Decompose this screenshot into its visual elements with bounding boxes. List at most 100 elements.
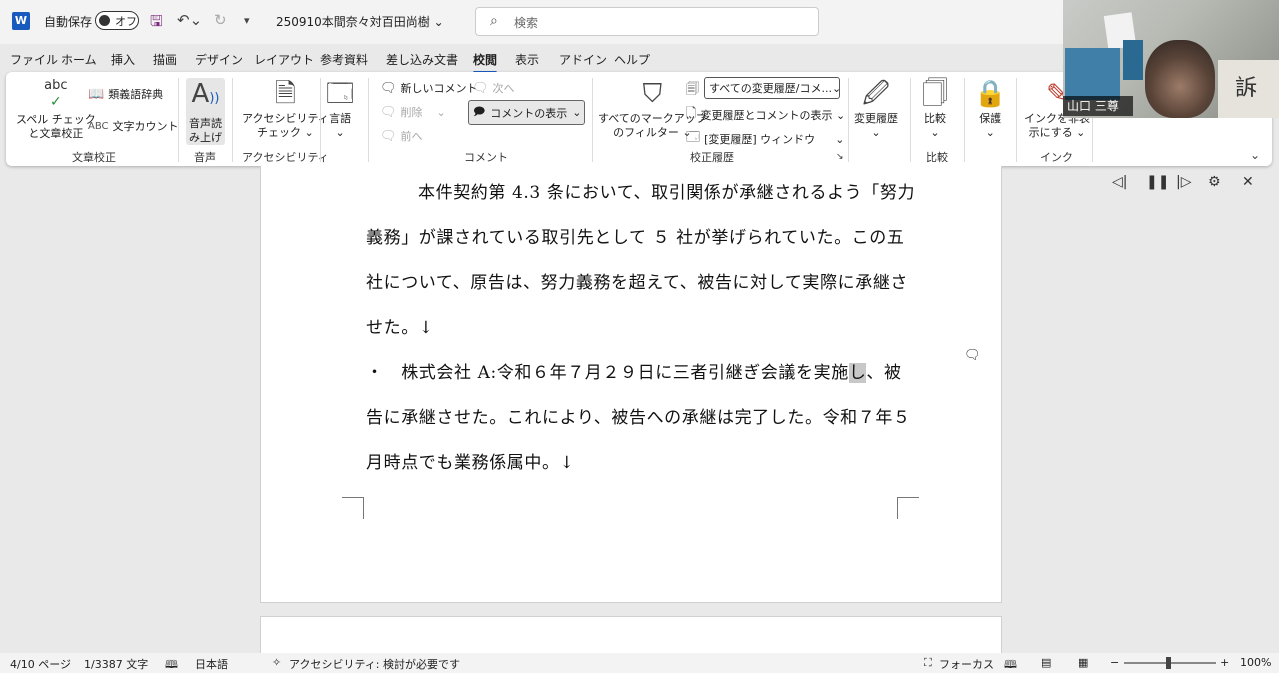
read-mode-icon[interactable]: 🕮	[1004, 656, 1017, 673]
comment-indicator-icon[interactable]: 🗨	[964, 348, 981, 363]
tab-view[interactable]: 表示	[515, 51, 539, 68]
document-title[interactable]: 250910本間奈々対百田尚樹 ⌄	[276, 13, 444, 30]
show-markup-button[interactable]: 🗋 変更履歴とコメントの表示 ⌄	[686, 104, 845, 126]
next-track-icon[interactable]: |▷	[1176, 174, 1191, 190]
group-label-compare: 比較	[926, 151, 948, 164]
reviewing-pane-icon: 🗔	[686, 130, 701, 145]
spelling-grammar-button[interactable]: abc ✓ スペル チェック と文章校正	[16, 78, 96, 141]
tab-layout[interactable]: レイアウト	[254, 51, 314, 68]
reviewing-pane-button[interactable]: 🗔 [変更履歴] ウィンドウ ⌄	[686, 128, 844, 150]
language-status[interactable]: 日本語	[195, 656, 228, 672]
zoom-level[interactable]: 100%	[1240, 656, 1271, 669]
group-label-tracking: 校正履歴	[690, 151, 734, 164]
tab-review[interactable]: 校閲	[473, 51, 498, 74]
word-count-button[interactable]: ABC 文字カウント	[88, 118, 179, 134]
webcam-board-text: 訴	[1235, 76, 1258, 101]
word-app-icon: W	[12, 12, 30, 30]
show-comments-button[interactable]: 🗩 コメントの表示 ⌄	[468, 100, 585, 125]
paragraph-line: せた。↓	[366, 318, 434, 338]
webcam-participant-name: 山口 三尊	[1063, 96, 1133, 116]
tab-file[interactable]: ファイル	[10, 51, 58, 68]
separator	[320, 78, 321, 162]
autosave-toggle[interactable]: オフ	[95, 11, 139, 30]
protect-button[interactable]: 🔒 保護 ⌄	[974, 78, 1006, 140]
delete-comment-button[interactable]: 🗨 削除 ⌄	[380, 104, 446, 120]
page-count[interactable]: 4/10 ページ	[10, 656, 71, 672]
search-placeholder: 検索	[514, 16, 539, 30]
group-label-ink: インク	[1040, 151, 1073, 164]
webcam-poster	[1065, 48, 1120, 100]
print-layout-icon[interactable]: ▤	[1041, 656, 1051, 669]
zoom-in-button[interactable]: +	[1220, 656, 1229, 669]
tab-help[interactable]: ヘルプ	[614, 51, 650, 68]
next-comment-button[interactable]: 🗨 次へ	[472, 80, 515, 96]
word-count[interactable]: 1/3387 文字	[84, 656, 148, 672]
tab-insert[interactable]: 挿入	[111, 51, 135, 68]
tab-mailings[interactable]: 差し込み文書	[386, 51, 458, 68]
thesaurus-button[interactable]: 📖 類義語辞典	[88, 86, 163, 102]
lock-document-icon: 🔒	[974, 79, 1007, 109]
language-button[interactable]: 🗔 言語 ⌄	[326, 78, 354, 140]
read-aloud-button[interactable]: A)) 音声読 み上げ	[186, 78, 225, 145]
group-label-proofing: 文章校正	[72, 151, 116, 164]
save-icon[interactable]: 🖫	[150, 11, 163, 36]
accessibility-status-icon[interactable]: ✧	[272, 656, 281, 669]
read-aloud-icon: A))	[191, 79, 220, 109]
separator	[1016, 78, 1017, 162]
compare-icon: 🗍	[922, 79, 948, 109]
focus-mode-icon[interactable]: ⛶	[924, 656, 932, 670]
dialog-launcher-icon[interactable]: ↘	[836, 152, 844, 162]
tab-addins[interactable]: アドイン	[559, 51, 607, 68]
paragraph-line: ・ 株式会社 A:令和６年７月２９日に三者引継ぎ会議を実施し、被	[366, 363, 902, 383]
media-controls: ◁| ❚❚ |▷ ⚙ ✕	[1100, 170, 1272, 196]
separator	[910, 78, 911, 162]
new-comment-button[interactable]: 🗨 新しいコメント	[380, 80, 478, 96]
delete-comment-icon: 🗨	[380, 104, 397, 120]
search-box[interactable]: ⌕ 検索	[475, 7, 819, 36]
tab-home[interactable]: ホーム	[61, 51, 97, 68]
group-label-accessibility: アクセシビリティ	[242, 151, 329, 164]
proofing-status-icon[interactable]: 🕮	[165, 656, 178, 673]
customize-toolbar-icon[interactable]: ▾	[244, 14, 250, 27]
autosave-label: 自動保存	[44, 15, 93, 29]
chevron-down-icon: ⌄	[436, 105, 446, 119]
close-icon[interactable]: ✕	[1242, 174, 1254, 190]
webcam-person	[1145, 40, 1215, 118]
zoom-slider-thumb[interactable]	[1166, 657, 1171, 669]
separator	[178, 78, 179, 162]
undo-icon[interactable]: ↶⌄	[177, 11, 202, 29]
separator	[232, 78, 233, 162]
separator	[592, 78, 593, 162]
pause-icon[interactable]: ❚❚	[1146, 174, 1169, 190]
track-changes-button[interactable]: 🖉 変更履歴 ⌄	[854, 78, 898, 140]
toggle-knob	[99, 15, 110, 26]
markup-display-select[interactable]: すべての変更履歴/コメ... ⌄	[704, 77, 841, 99]
ribbon-collapse-chevron-icon[interactable]: ⌄	[1250, 148, 1260, 162]
track-changes-icon: 🖉	[862, 79, 890, 109]
web-layout-icon[interactable]: ▦	[1078, 656, 1088, 669]
page-margin-corner	[342, 497, 364, 519]
accessibility-check-button[interactable]: 🗎 アクセシビリティ チェック ⌄	[242, 78, 329, 140]
selected-text: し	[848, 363, 867, 383]
markup-display-icon-wrap: 🗐	[686, 80, 699, 102]
redo-icon[interactable]: ↻	[214, 11, 227, 29]
previous-comment-button[interactable]: 🗨 前へ	[380, 128, 423, 144]
separator	[964, 78, 965, 162]
voice-settings-icon[interactable]: ⚙	[1208, 174, 1221, 190]
tab-references[interactable]: 参考資料	[320, 51, 368, 68]
zoom-out-button[interactable]: −	[1110, 656, 1119, 669]
focus-mode[interactable]: フォーカス	[939, 656, 994, 672]
paragraph-line: 月時点でも業務係属中。↓	[366, 453, 575, 473]
document-next-page[interactable]	[260, 616, 1002, 656]
previous-track-icon[interactable]: ◁|	[1112, 174, 1127, 190]
previous-comment-icon: 🗨	[380, 128, 397, 144]
paragraph-line: 義務」が課されている取引先として ５ 社が挙げられていた。この五	[366, 228, 905, 248]
accessibility-status[interactable]: アクセシビリティ: 検討が必要です	[289, 656, 460, 672]
paragraph-line: 本件契約第 4.3 条において、取引関係が承継されるよう「努力	[418, 183, 916, 203]
webcam-poster	[1123, 40, 1143, 80]
group-label-speech: 音声	[194, 151, 216, 164]
tab-draw[interactable]: 描画	[153, 51, 177, 68]
tab-design[interactable]: デザイン	[195, 51, 243, 68]
compare-button[interactable]: 🗍 比較 ⌄	[922, 78, 948, 140]
autosave-state: オフ	[115, 15, 137, 28]
